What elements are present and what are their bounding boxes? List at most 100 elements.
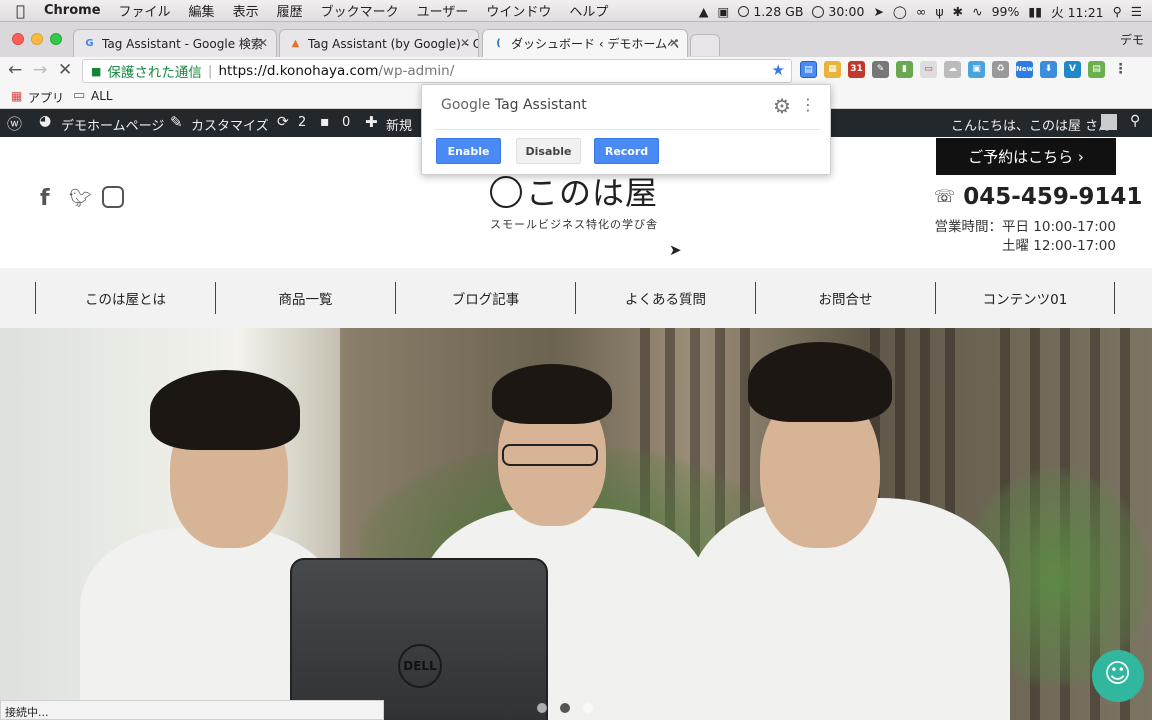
search-icon[interactable]: ⚲	[1130, 113, 1140, 129]
close-tab-icon[interactable]: ✕	[258, 36, 268, 50]
help-chat-button[interactable]: ☺	[1092, 650, 1144, 702]
bookmark-star-icon[interactable]: ★	[772, 61, 785, 79]
menu-app-name[interactable]: Chrome	[35, 3, 110, 18]
gear-icon[interactable]: ⚙	[773, 94, 791, 118]
bookmark-folder-all[interactable]: ALL	[91, 89, 113, 103]
eyedropper-extension-icon[interactable]: ✎	[872, 61, 889, 78]
tab-google-search[interactable]: G Tag Assistant - Google 検索 ✕	[73, 29, 277, 57]
screen-capture-extension-icon[interactable]: ▣	[968, 61, 985, 78]
bookmark-apps[interactable]: アプリ	[28, 89, 64, 106]
menu-user[interactable]: ユーザー	[408, 1, 478, 20]
nav-contact[interactable]: お問合せ	[755, 282, 935, 314]
page-extension-icon[interactable]: ▤	[1088, 61, 1105, 78]
menu-help[interactable]: ヘルプ	[560, 1, 617, 20]
cloud-extension-icon[interactable]: ☁	[944, 61, 961, 78]
new-extension-icon[interactable]: New	[1016, 61, 1033, 78]
slider-dot-2[interactable]	[560, 703, 570, 713]
timer-text: 30:00	[828, 3, 865, 19]
bluetooth-icon[interactable]: ✱	[953, 4, 963, 19]
nav-blog[interactable]: ブログ記事	[395, 282, 575, 314]
wp-customize[interactable]: カスタマイズ	[191, 115, 269, 134]
twitter-icon[interactable]: 🐦︎	[69, 188, 92, 209]
shield-icon[interactable]: ◯	[893, 4, 907, 19]
tab-dashboard[interactable]: ( ダッシュボード ‹ デモホームペ ✕	[482, 29, 688, 57]
close-window-button[interactable]	[12, 33, 24, 45]
disable-button[interactable]: Disable	[516, 138, 581, 164]
memory-text: 1.28 GB	[753, 3, 804, 19]
instagram-icon[interactable]	[102, 186, 124, 208]
nav-contents01[interactable]: コンテンツ01	[935, 282, 1115, 314]
menu-edit[interactable]: 編集	[180, 1, 224, 20]
wp-updates-count[interactable]: 2	[298, 115, 306, 130]
tab-tag-assistant-store[interactable]: ▲ Tag Assistant (by Google) - Ch ✕	[279, 29, 479, 57]
creative-cloud-icon[interactable]: ∞	[916, 4, 926, 19]
business-hours-weekday: 営業時間：平日 10:00-17:00	[934, 219, 1116, 235]
more-vert-icon[interactable]: ⋮	[800, 95, 816, 114]
secure-connection-label[interactable]: 保護された通信	[107, 61, 202, 81]
evernote-extension-icon[interactable]: ▮	[896, 61, 913, 78]
leaf-logo-icon	[490, 176, 522, 208]
spotlight-search-icon[interactable]: ⚲	[1113, 4, 1122, 19]
lock-icon[interactable]: ■	[91, 65, 101, 78]
antenna-icon[interactable]: ψ	[935, 4, 943, 19]
extensions-area: ▤ ▦ 31 ✎ ▮ ▭ ☁ ▣ ♻ New ⬇ V ▤ ⋮	[800, 61, 1129, 78]
address-bar[interactable]: ■ 保護された通信 | https://d.konohaya.com/wp-ad…	[82, 59, 792, 83]
menu-file[interactable]: ファイル	[110, 1, 180, 20]
wifi-icon[interactable]: ∿	[972, 4, 982, 19]
paintbrush-icon: ✎	[170, 113, 183, 131]
pdf-extension-icon[interactable]: ▭	[920, 61, 937, 78]
apple-icon[interactable]: 	[0, 2, 35, 20]
recycle-extension-icon[interactable]: ♻	[992, 61, 1009, 78]
hat-icon[interactable]: ▲	[699, 4, 709, 19]
clock-text[interactable]: 火 11:21	[1051, 2, 1104, 21]
reservation-button[interactable]: ご予約はこちら ›	[936, 138, 1116, 175]
menu-history[interactable]: 履歴	[268, 1, 312, 20]
extension-icon[interactable]: ▦	[824, 61, 841, 78]
record-button[interactable]: Record	[594, 138, 659, 164]
minimize-window-button[interactable]	[31, 33, 43, 45]
person-left-hair	[150, 370, 300, 450]
phone-number[interactable]: ☏ 045-459-9141	[934, 184, 1142, 210]
menu-window[interactable]: ウインドウ	[477, 1, 560, 20]
download-extension-icon[interactable]: ⬇	[1040, 61, 1057, 78]
nav-products[interactable]: 商品一覧	[215, 282, 395, 314]
profile-button[interactable]: デモ	[1120, 31, 1144, 48]
nav-about[interactable]: このは屋とは	[35, 282, 215, 314]
chrome-menu-icon[interactable]: ⋮	[1112, 61, 1129, 78]
wp-site-name[interactable]: デモホームページ	[61, 115, 164, 134]
tag-assistant-popup: Google Tag Assistant ⚙ ⋮ Enable Disable …	[421, 84, 831, 175]
site-logo[interactable]: このは屋 スモールビジネス特化の学び舎	[490, 168, 658, 232]
battery-icon: ▮▮	[1028, 3, 1043, 19]
slider-dot-1[interactable]	[537, 703, 547, 713]
timer-readout[interactable]: 30:00	[812, 4, 864, 19]
logo-tagline: スモールビジネス特化の学び舎	[490, 218, 658, 231]
wordpress-logo-icon[interactable]: ⓦ	[7, 113, 22, 134]
zoom-window-button[interactable]	[50, 33, 62, 45]
notification-center-icon[interactable]: ☰	[1131, 4, 1142, 19]
monitor-icon[interactable]: ▣	[718, 4, 730, 19]
arrow-icon[interactable]: ➤	[873, 4, 883, 19]
clock-icon	[812, 5, 825, 18]
close-tab-icon[interactable]: ✕	[460, 36, 470, 50]
menu-view[interactable]: 表示	[224, 1, 268, 20]
enable-button[interactable]: Enable	[436, 138, 501, 164]
calendar-extension-icon[interactable]: 31	[848, 61, 865, 78]
close-tab-icon[interactable]: ✕	[669, 36, 679, 50]
back-button[interactable]: ←	[8, 60, 22, 80]
wp-greeting[interactable]: こんにちは、このは屋 さん	[951, 115, 1111, 134]
vimeo-extension-icon[interactable]: V	[1064, 61, 1081, 78]
new-tab-button[interactable]	[690, 34, 720, 56]
stop-loading-button[interactable]: ✕	[58, 60, 72, 80]
avatar[interactable]	[1101, 114, 1117, 130]
battery-percent[interactable]: 99%	[992, 4, 1020, 19]
menu-bookmarks[interactable]: ブックマーク	[312, 1, 408, 20]
facebook-icon[interactable]: f	[40, 186, 50, 211]
wp-new[interactable]: 新規	[386, 115, 412, 134]
forward-button[interactable]: →	[33, 60, 47, 80]
wp-comments-count[interactable]: 0	[342, 115, 350, 130]
memory-readout[interactable]: 1.28 GB	[738, 4, 803, 19]
person-center-hair	[492, 364, 612, 424]
nav-faq[interactable]: よくある質問	[575, 282, 755, 314]
slider-dot-3[interactable]	[583, 703, 593, 713]
tag-assistant-extension-icon[interactable]: ▤	[800, 61, 817, 78]
